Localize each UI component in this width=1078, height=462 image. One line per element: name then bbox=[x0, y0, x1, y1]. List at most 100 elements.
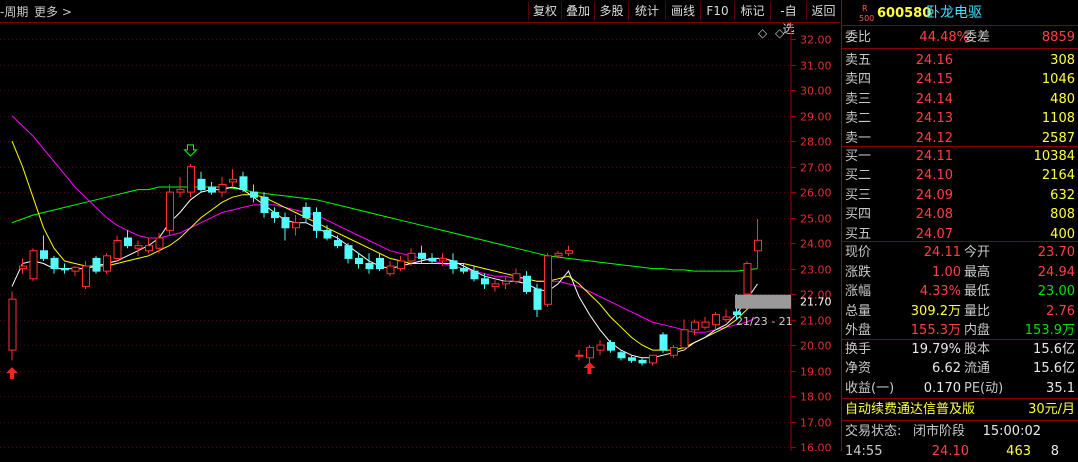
candle[interactable] bbox=[155, 232, 164, 254]
candle[interactable] bbox=[743, 260, 752, 300]
candle-body bbox=[344, 245, 353, 259]
ask-label: 卖二 bbox=[845, 111, 872, 127]
candle[interactable] bbox=[712, 311, 720, 330]
fund-label: 流通 bbox=[964, 361, 991, 377]
candle[interactable] bbox=[302, 202, 311, 223]
candle[interactable] bbox=[71, 266, 80, 277]
candle[interactable] bbox=[281, 212, 290, 241]
candle[interactable] bbox=[533, 283, 542, 318]
candle[interactable] bbox=[92, 255, 101, 274]
candle[interactable] bbox=[124, 230, 132, 249]
candle[interactable] bbox=[491, 278, 500, 292]
candle-body bbox=[670, 347, 678, 356]
candle[interactable] bbox=[19, 258, 27, 274]
candle[interactable] bbox=[271, 207, 279, 223]
candle[interactable] bbox=[208, 181, 216, 195]
quote-label: 量比 bbox=[964, 303, 991, 319]
candle-body bbox=[155, 237, 164, 249]
candle[interactable] bbox=[649, 354, 657, 366]
candle[interactable] bbox=[40, 235, 48, 261]
f10-button[interactable]: F10 bbox=[700, 2, 734, 20]
candle[interactable] bbox=[470, 266, 479, 282]
candle-body bbox=[596, 344, 605, 351]
stock-code: 600580 bbox=[877, 6, 932, 21]
candle[interactable] bbox=[397, 255, 405, 272]
bid-label: 买一 bbox=[845, 149, 872, 164]
candle[interactable] bbox=[638, 357, 647, 366]
statistics-button[interactable]: 统计 bbox=[628, 2, 665, 20]
candle[interactable] bbox=[575, 350, 584, 361]
candle-body bbox=[722, 316, 731, 321]
promo-price[interactable]: 30元/月 bbox=[1028, 399, 1075, 420]
candle[interactable] bbox=[680, 319, 689, 351]
candle[interactable] bbox=[145, 238, 153, 254]
diamond-icon[interactable]: ◇ bbox=[758, 26, 768, 40]
candle[interactable] bbox=[8, 291, 17, 361]
candle-body bbox=[617, 352, 626, 359]
candle[interactable] bbox=[544, 253, 552, 307]
candle-body bbox=[491, 283, 500, 287]
draw-line-button[interactable]: 画线 bbox=[665, 2, 700, 20]
multi-stock-button[interactable]: 多股 bbox=[594, 2, 628, 20]
up-arrow-icon bbox=[6, 367, 18, 380]
candle[interactable] bbox=[292, 215, 300, 236]
candle[interactable] bbox=[670, 345, 678, 358]
candle[interactable] bbox=[134, 240, 143, 256]
candle[interactable] bbox=[418, 245, 426, 264]
candle[interactable] bbox=[103, 253, 111, 274]
candle[interactable] bbox=[502, 276, 510, 289]
tick-time: 14:55 bbox=[845, 444, 883, 459]
candle[interactable] bbox=[61, 263, 69, 274]
candle[interactable] bbox=[166, 184, 174, 236]
trade-status-row: 交易状态: 闭市阶段 15:00:02 bbox=[842, 421, 1078, 442]
candle-body bbox=[544, 255, 552, 305]
candle[interactable] bbox=[218, 176, 227, 198]
candle-body bbox=[680, 329, 689, 349]
candle[interactable] bbox=[239, 171, 248, 193]
candle[interactable] bbox=[659, 332, 668, 353]
back-button[interactable]: 返回 bbox=[806, 2, 840, 20]
candle[interactable] bbox=[481, 273, 489, 289]
candle[interactable] bbox=[313, 207, 321, 238]
candle[interactable] bbox=[197, 171, 206, 193]
candle[interactable] bbox=[187, 164, 195, 198]
candle-body bbox=[355, 257, 363, 264]
promo-banner[interactable]: 自动续费通达信普及版 30元/月 bbox=[842, 399, 1078, 420]
candle-body bbox=[197, 178, 206, 191]
candle[interactable] bbox=[523, 271, 531, 295]
candle[interactable] bbox=[365, 253, 374, 274]
candle-body bbox=[281, 217, 290, 229]
remove-watchlist-button[interactable]: -自选 bbox=[770, 2, 806, 36]
fund-value: 0.170 bbox=[923, 380, 961, 396]
candle[interactable] bbox=[376, 253, 384, 272]
period-menu[interactable]: -周期 bbox=[0, 3, 28, 20]
candle[interactable] bbox=[701, 317, 710, 330]
kline-chart[interactable]: 32.00 31.00 30.00 29.00 28.00 27.00 26.00 25.00… bbox=[0, 23, 841, 451]
candle-body bbox=[19, 265, 27, 270]
candle-body bbox=[313, 212, 321, 231]
candle[interactable] bbox=[344, 243, 353, 264]
candle[interactable] bbox=[565, 245, 573, 256]
quote-panel: R 500 600580 卧龙电驱 委比 44.48% 委差 8859 卖五 24… bbox=[841, 0, 1078, 459]
fund-value: 15.6亿 bbox=[1033, 342, 1075, 357]
diamond-icon-2[interactable]: ◇ bbox=[775, 26, 785, 40]
more-menu[interactable]: 更多 > bbox=[34, 3, 72, 20]
candle[interactable] bbox=[50, 255, 59, 274]
candle[interactable] bbox=[607, 339, 615, 353]
fuquan-button[interactable]: 复权 bbox=[528, 2, 561, 20]
candle[interactable] bbox=[113, 235, 122, 261]
candle[interactable] bbox=[229, 169, 237, 188]
candle[interactable] bbox=[596, 339, 605, 356]
candle[interactable] bbox=[512, 268, 521, 284]
promo-text[interactable]: 自动续费通达信普及版 bbox=[845, 399, 975, 420]
candle[interactable] bbox=[323, 225, 332, 241]
candle[interactable] bbox=[386, 260, 395, 277]
candle-body bbox=[229, 178, 237, 183]
candle[interactable] bbox=[754, 219, 762, 269]
candle[interactable] bbox=[586, 345, 594, 363]
candle[interactable] bbox=[449, 253, 458, 274]
mark-button[interactable]: 标记 bbox=[734, 2, 770, 20]
candle[interactable] bbox=[29, 248, 38, 282]
overlay-button[interactable]: 叠加 bbox=[561, 2, 594, 20]
candle[interactable] bbox=[260, 192, 269, 218]
